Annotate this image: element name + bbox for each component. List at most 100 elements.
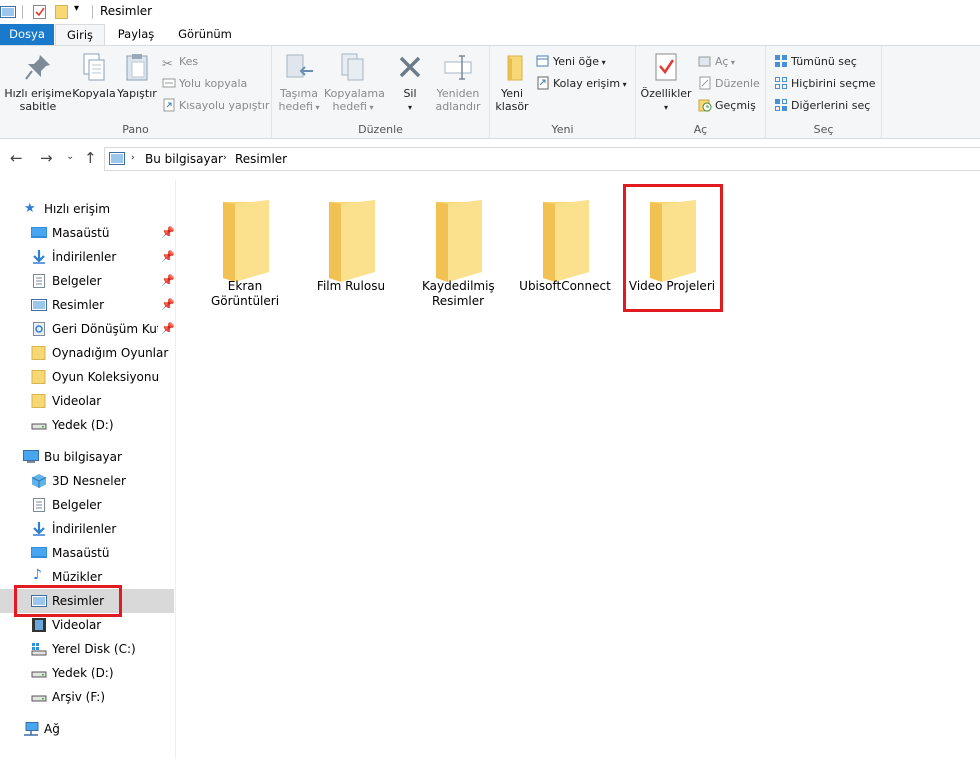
nav-item-label: Masaüstü bbox=[52, 546, 110, 560]
folder-item[interactable]: UbisoftConnect bbox=[517, 196, 613, 294]
folder-item[interactable]: Ekran Görüntüleri bbox=[197, 196, 293, 309]
dropdown-arrow-icon: ▾ bbox=[663, 103, 668, 112]
address-bar[interactable]: › Bu bilgisayar › Resimler bbox=[104, 147, 980, 171]
nav-item-desktop[interactable]: Masaüstü bbox=[0, 541, 174, 565]
recycle-bin-icon bbox=[33, 322, 45, 336]
delete-button[interactable]: Sil ▾ bbox=[390, 51, 430, 114]
nav-item-folder[interactable]: Oynadığım Oyunlar bbox=[0, 341, 174, 365]
open-button[interactable]: Aç ▾ bbox=[698, 53, 735, 71]
nav-quick-access[interactable]: ★ Hızlı erişim bbox=[0, 197, 174, 221]
folder-label: Film Rulosu bbox=[316, 279, 386, 293]
documents-icon bbox=[33, 498, 45, 512]
nav-item-label: Arşiv (F:) bbox=[52, 690, 106, 704]
edit-button[interactable]: Düzenle bbox=[698, 75, 760, 93]
copy-label: Kopyala bbox=[72, 87, 116, 100]
dropdown-arrow-icon: ▾ bbox=[599, 58, 606, 67]
download-icon bbox=[33, 522, 45, 536]
dropdown-arrow-icon: ▾ bbox=[312, 103, 320, 112]
move-to-icon bbox=[286, 54, 313, 78]
nav-item-label: İndirilenler bbox=[52, 522, 117, 536]
pin-icon[interactable]: 📌 bbox=[161, 245, 174, 269]
nav-network[interactable]: Ağ bbox=[0, 717, 174, 741]
customize-quick-access-icon[interactable]: ▾ bbox=[74, 3, 79, 14]
nav-item-drive[interactable]: Yedek (D:) bbox=[0, 661, 174, 685]
tab-home[interactable]: Giriş bbox=[55, 24, 105, 46]
clipboard-group: Hızlı erişime sabitle Kopyala Yapıştır ✂… bbox=[0, 46, 272, 139]
paste-shortcut-button[interactable]: Kısayolu yapıştır bbox=[162, 97, 269, 115]
breadcrumb-chevron-icon[interactable]: › bbox=[131, 153, 135, 163]
nav-item-drive[interactable]: Yedek (D:) bbox=[0, 413, 174, 437]
history-button[interactable]: Geçmiş bbox=[698, 97, 756, 115]
breadcrumb-this-pc[interactable]: Bu bilgisayar bbox=[145, 152, 223, 166]
delete-x-icon bbox=[399, 56, 421, 78]
copy-to-icon bbox=[341, 53, 364, 81]
select-none-button[interactable]: Hiçbirini seçme bbox=[774, 75, 876, 93]
breadcrumb-pictures[interactable]: Resimler bbox=[235, 152, 287, 166]
recent-locations-chevron-icon[interactable]: ⌄ bbox=[66, 151, 74, 162]
select-group: Tümünü seç Hiçbirini seçme Diğerlerini s… bbox=[766, 46, 882, 139]
pin-icon[interactable]: 📌 bbox=[161, 293, 174, 317]
edit-icon bbox=[699, 76, 711, 90]
nav-item-folder[interactable]: Oyun Koleksiyonu bbox=[0, 365, 174, 389]
nav-item-label: Videolar bbox=[52, 394, 102, 408]
tab-share[interactable]: Paylaş bbox=[110, 24, 162, 45]
easy-access-button[interactable]: Kolay erişim ▾ bbox=[536, 75, 627, 93]
rename-button[interactable]: Yeniden adlandır bbox=[430, 51, 486, 113]
pin-icon[interactable]: 📌 bbox=[161, 221, 174, 245]
history-icon bbox=[698, 99, 712, 112]
delete-label: Sil bbox=[403, 87, 417, 100]
pictures-icon bbox=[0, 6, 16, 18]
breadcrumb-chevron-icon[interactable]: › bbox=[223, 153, 227, 163]
open-label: Aç bbox=[715, 55, 729, 68]
back-arrow-icon[interactable]: ← bbox=[10, 149, 23, 167]
nav-item-documents[interactable]: Belgeler 📌 bbox=[0, 269, 174, 293]
properties-button[interactable]: Özellikler ▾ bbox=[640, 51, 692, 114]
copy-to-button[interactable]: Kopyalama hedefi ▾ bbox=[324, 51, 385, 114]
paste-label: Yapıştır bbox=[117, 87, 157, 100]
nav-this-pc[interactable]: Bu bilgisayar bbox=[0, 445, 174, 469]
tab-view[interactable]: Görünüm bbox=[170, 24, 240, 45]
pin-icon[interactable]: 📌 bbox=[161, 269, 174, 293]
nav-item-pictures[interactable]: Resimler 📌 bbox=[0, 293, 174, 317]
nav-quick-access-label: Hızlı erişim bbox=[44, 202, 111, 216]
drive-icon bbox=[31, 671, 47, 678]
copy-button[interactable]: Kopyala bbox=[72, 51, 116, 100]
invert-selection-button[interactable]: Diğerlerini seç bbox=[774, 97, 870, 115]
new-folder-quick-icon[interactable] bbox=[55, 4, 69, 20]
move-to-button[interactable]: Taşıma hedefi ▾ bbox=[276, 51, 322, 114]
organize-group-label: Düzenle bbox=[358, 123, 403, 136]
forward-arrow-icon[interactable]: → bbox=[40, 149, 53, 167]
nav-item-label: 3D Nesneler bbox=[52, 474, 126, 488]
up-arrow-icon[interactable]: ↑ bbox=[84, 149, 97, 167]
properties-quick-icon[interactable] bbox=[33, 4, 47, 20]
tab-file[interactable]: Dosya bbox=[0, 24, 54, 45]
nav-item-label: Geri Dönüşüm Kutusu bbox=[52, 322, 158, 336]
copy-path-icon bbox=[162, 78, 176, 88]
nav-item-recycle-bin[interactable]: Geri Dönüşüm Kutusu 📌 bbox=[0, 317, 174, 341]
pin-quick-access-button[interactable]: Hızlı erişime sabitle bbox=[4, 51, 72, 113]
new-item-button[interactable]: Yeni öğe ▾ bbox=[536, 53, 606, 71]
organize-group: Taşıma hedefi ▾ Kopyalama hedefi ▾ Sil ▾ … bbox=[272, 46, 490, 139]
nav-item-system-drive[interactable]: Yerel Disk (C:) bbox=[0, 637, 174, 661]
select-all-button[interactable]: Tümünü seç bbox=[774, 53, 857, 71]
nav-item-3d-objects[interactable]: 3D Nesneler bbox=[0, 469, 174, 493]
folder-item[interactable]: Film Rulosu bbox=[303, 196, 399, 294]
folder-item[interactable]: Kaydedilmiş Resimler bbox=[410, 196, 506, 309]
new-folder-button[interactable]: Yeni klasör bbox=[494, 51, 530, 113]
paste-button[interactable]: Yapıştır bbox=[116, 51, 158, 100]
nav-item-drive[interactable]: Arşiv (F:) bbox=[0, 685, 174, 709]
properties-label: Özellikler bbox=[640, 87, 692, 100]
cut-button[interactable]: ✂ Kes bbox=[162, 53, 199, 72]
nav-item-desktop[interactable]: Masaüstü 📌 bbox=[0, 221, 174, 245]
pin-icon[interactable]: 📌 bbox=[161, 317, 174, 341]
separator bbox=[22, 5, 23, 19]
star-icon: ★ bbox=[24, 201, 36, 216]
new-item-label: Yeni öğe bbox=[553, 55, 600, 68]
cut-label: Kes bbox=[179, 55, 199, 68]
nav-item-folder[interactable]: Videolar bbox=[0, 389, 174, 413]
nav-item-label: Oynadığım Oyunlar bbox=[52, 346, 169, 360]
nav-item-downloads[interactable]: İndirilenler bbox=[0, 517, 174, 541]
nav-item-downloads[interactable]: İndirilenler 📌 bbox=[0, 245, 174, 269]
copy-path-button[interactable]: Yolu kopyala bbox=[162, 75, 247, 93]
nav-item-documents[interactable]: Belgeler bbox=[0, 493, 174, 517]
